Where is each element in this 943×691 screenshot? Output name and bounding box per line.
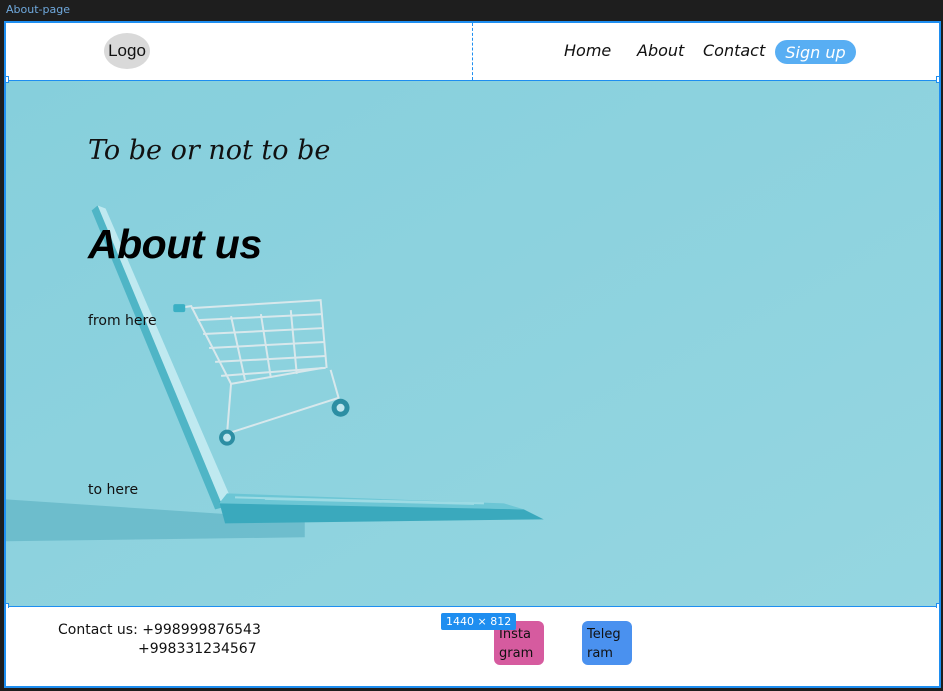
layout-guide [472, 23, 473, 80]
editor-topbar: About-page [0, 0, 943, 20]
nav-home-link[interactable]: Home [564, 41, 611, 60]
contact-phone-secondary: +998331234567 [138, 641, 257, 657]
site-header: Logo Home About Contact Sign up [6, 23, 939, 80]
instagram-label-line2: gram [499, 646, 534, 661]
resize-handle-top-left[interactable] [6, 76, 9, 83]
nav-about-link[interactable]: About [637, 41, 684, 60]
hero-tagline: To be or not to be [88, 135, 331, 166]
hero-section: To be or not to be About us from here to… [6, 80, 939, 607]
nav-contact-link[interactable]: Contact [703, 41, 765, 60]
page-title: About us [88, 221, 262, 267]
logo[interactable]: Logo [104, 33, 150, 69]
resize-handle-top-right[interactable] [936, 76, 939, 83]
frame-size-badge: 1440 × 812 [441, 613, 517, 630]
site-footer: Contact us: +998999876543 +998331234567 … [6, 608, 939, 686]
telegram-button[interactable]: Teleg ram [582, 621, 632, 665]
signup-button[interactable]: Sign up [775, 40, 856, 64]
frame-name-label[interactable]: About-page [6, 3, 70, 16]
telegram-label-line1: Teleg [587, 627, 621, 642]
hero-text-end: to here [88, 482, 139, 498]
contact-phone-primary: Contact us: +998999876543 [58, 622, 261, 638]
about-page-frame[interactable]: Logo Home About Contact Sign up To be or… [4, 21, 941, 688]
hero-text-start: from here [88, 313, 157, 329]
telegram-label-line2: ram [587, 646, 613, 661]
